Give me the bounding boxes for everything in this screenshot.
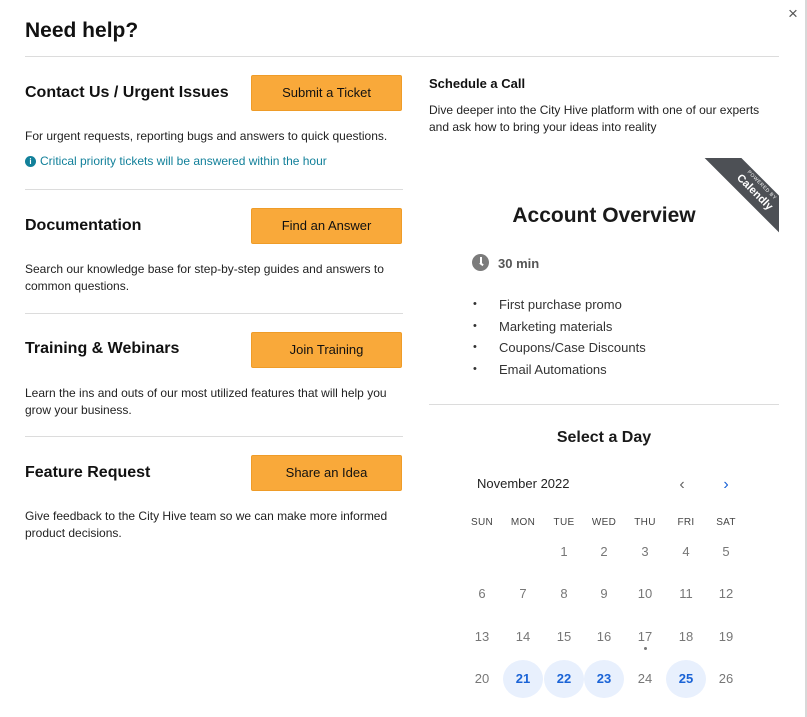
calendar-day: 5 — [722, 544, 730, 559]
section-description: Give feedback to the City Hive team so w… — [25, 509, 388, 540]
weekday-header: THU — [634, 517, 656, 528]
weekday-header: TUE — [553, 517, 575, 528]
weekday-header: MON — [510, 517, 536, 528]
calendar-day: 26 — [718, 671, 734, 686]
submit-ticket-button[interactable]: Submit a Ticket — [251, 75, 402, 111]
calendar-day: 11 — [679, 586, 693, 601]
month-label: November 2022 — [477, 476, 570, 491]
calendar-day-available[interactable]: 21 — [503, 660, 543, 698]
chevron-right-icon[interactable]: › — [718, 476, 734, 494]
calendar-day: 1 — [560, 544, 568, 559]
modal-title: Need help? — [25, 19, 139, 42]
section-description: Search our knowledge base for step-by-st… — [25, 262, 384, 293]
help-modal: × Need help? Contact Us / Urgent Issues … — [0, 0, 807, 717]
calendar-day: 16 — [596, 629, 612, 644]
calendar-day: 12 — [718, 586, 734, 601]
section-divider — [25, 436, 403, 437]
calendar-day-available[interactable]: 22 — [544, 660, 584, 698]
calendar-day: 4 — [682, 544, 690, 559]
section-title: Training & Webinars — [25, 340, 180, 357]
select-day-title: Select a Day — [556, 429, 652, 446]
agenda-item: Email Automations — [471, 359, 646, 381]
section-title: Documentation — [25, 217, 142, 234]
priority-note: i Critical priority tickets will be answ… — [25, 154, 327, 168]
section-title: Contact Us / Urgent Issues — [25, 84, 229, 101]
calendar-day: 6 — [478, 586, 486, 601]
event-title: Account Overview — [512, 204, 696, 227]
section-title: Feature Request — [25, 464, 151, 481]
weekday-header: WED — [591, 517, 617, 528]
section-description: For urgent requests, reporting bugs and … — [25, 129, 388, 143]
calendar-day: 3 — [641, 544, 649, 559]
section-divider — [25, 313, 403, 314]
info-icon: i — [25, 155, 36, 167]
weekday-header: SUN — [470, 517, 493, 528]
section-divider — [25, 189, 403, 190]
agenda-item: First purchase promo — [471, 294, 646, 316]
event-duration: 30 min — [498, 256, 540, 271]
calendar-day: 14 — [515, 629, 531, 644]
header-divider — [25, 56, 779, 57]
calendar-day: 15 — [556, 629, 572, 644]
calendar-day: 20 — [474, 671, 490, 686]
clock-icon — [472, 254, 489, 271]
agenda-list: First purchase promoMarketing materialsC… — [471, 294, 646, 381]
chevron-left-icon[interactable]: ‹ — [674, 476, 690, 494]
agenda-item: Coupons/Case Discounts — [471, 337, 646, 359]
priority-note-text: Critical priority tickets will be answer… — [40, 154, 327, 168]
calendar-day: 8 — [560, 586, 568, 601]
join-training-button[interactable]: Join Training — [251, 332, 402, 368]
calendar-day: 24 — [637, 671, 653, 686]
calendar-day: 7 — [519, 586, 527, 601]
calendar-divider — [429, 404, 779, 405]
calendar-day-available[interactable]: 23 — [584, 660, 624, 698]
calendar-day-available[interactable]: 25 — [666, 660, 706, 698]
calendar-day: 10 — [637, 586, 653, 601]
close-icon[interactable]: × — [784, 4, 802, 24]
calendar-day: 13 — [474, 629, 490, 644]
calendar-day: 2 — [600, 544, 608, 559]
weekday-header: FRI — [677, 517, 695, 528]
calendar-day: 9 — [600, 586, 608, 601]
today-indicator — [644, 647, 647, 650]
agenda-item: Marketing materials — [471, 316, 646, 338]
schedule-call-description: Dive deeper into the City Hive platform … — [429, 103, 760, 134]
calendar-day: 18 — [678, 629, 694, 644]
section-description: Learn the ins and outs of our most utili… — [25, 386, 387, 417]
find-answer-button[interactable]: Find an Answer — [251, 208, 402, 244]
share-idea-button[interactable]: Share an Idea — [251, 455, 402, 491]
schedule-call-title: Schedule a Call — [429, 76, 526, 91]
weekday-header: SAT — [716, 517, 736, 528]
calendar-day: 19 — [718, 629, 734, 644]
